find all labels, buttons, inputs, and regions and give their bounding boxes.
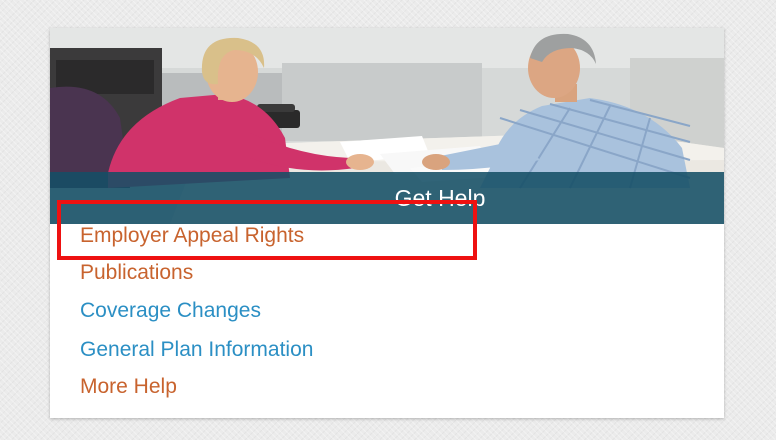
get-help-banner: Get Help — [50, 172, 724, 224]
link-employer-appeal-rights[interactable]: Employer Appeal Rights — [80, 224, 304, 248]
link-coverage-changes[interactable]: Coverage Changes — [80, 299, 261, 323]
link-general-plan-information[interactable]: General Plan Information — [80, 338, 313, 362]
get-help-card: Get Help Employer Appeal Rights Publicat… — [50, 28, 724, 418]
link-publications[interactable]: Publications — [80, 261, 193, 285]
banner-title: Get Help — [394, 185, 486, 211]
link-more-help[interactable]: More Help — [80, 375, 177, 399]
